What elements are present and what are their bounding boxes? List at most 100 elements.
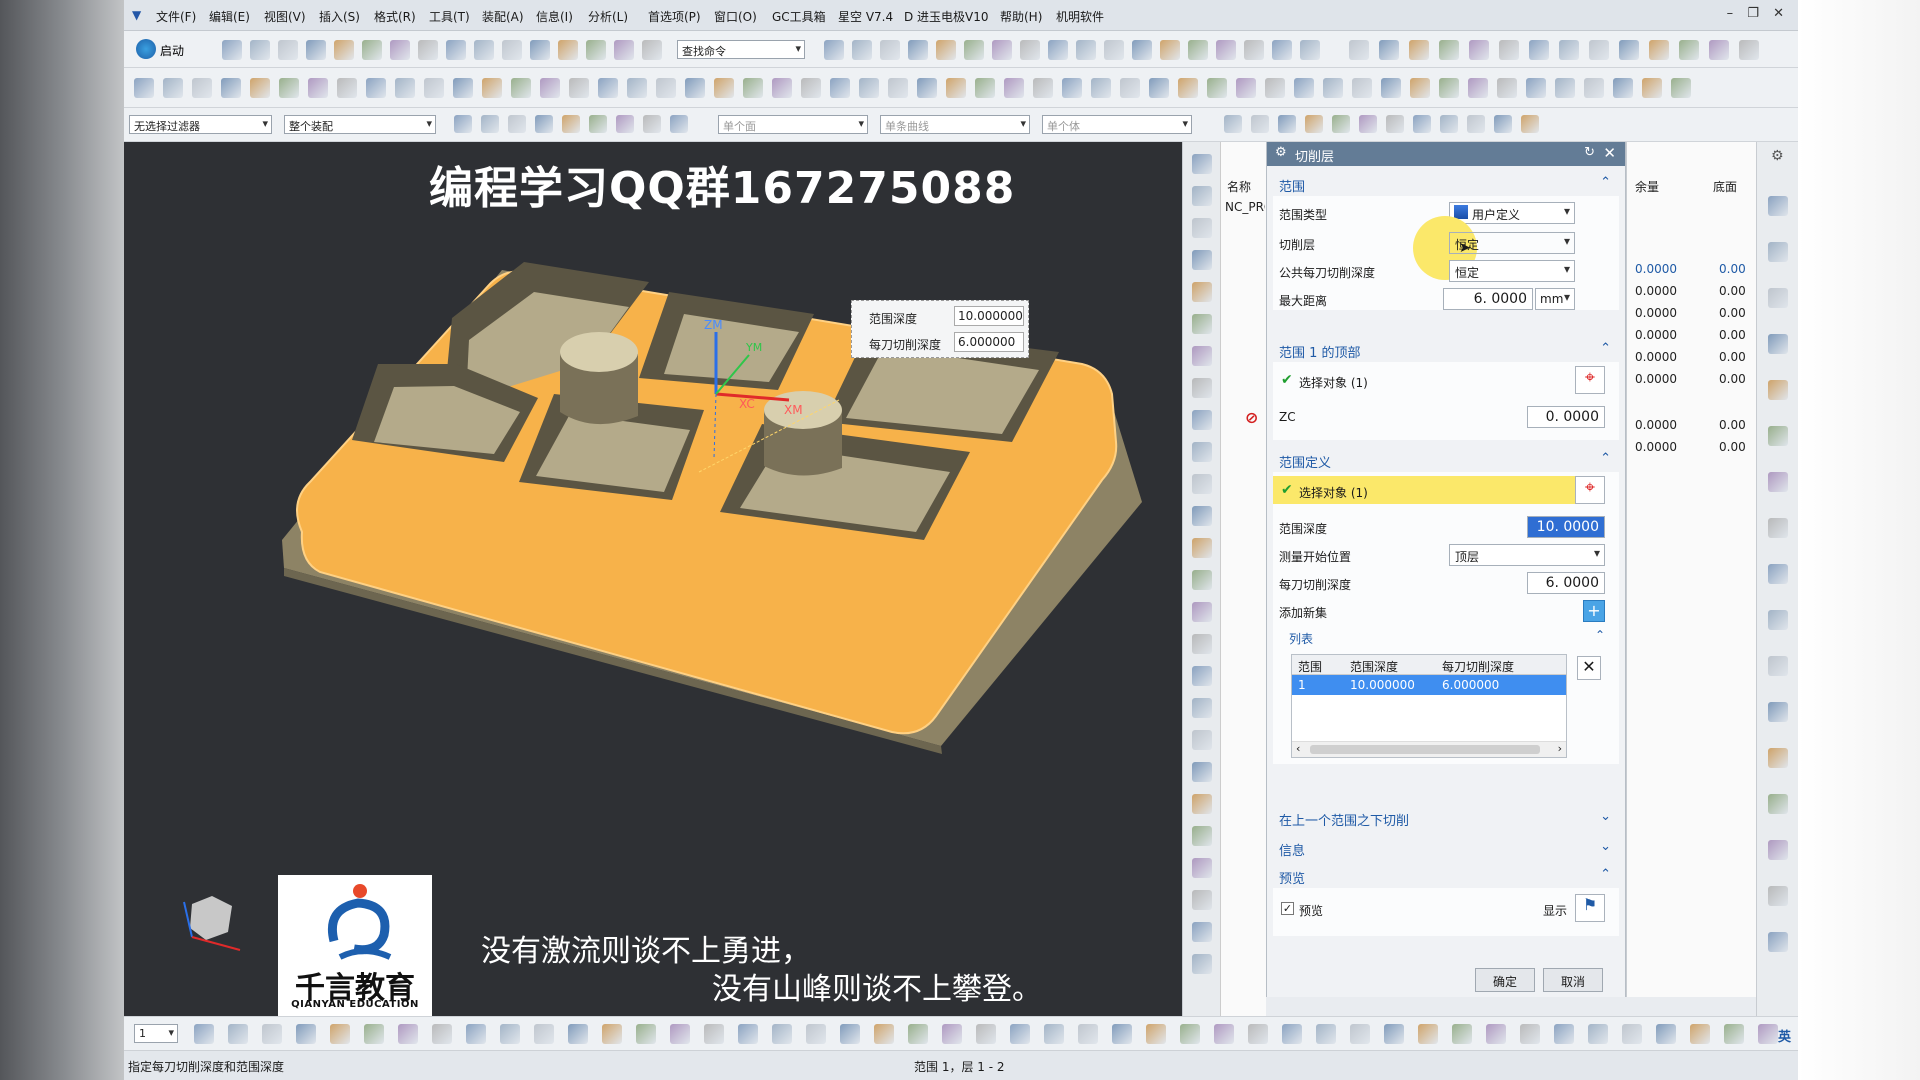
range-type-select[interactable]: 用户定义: [1449, 202, 1575, 224]
toolbar-tool-icon[interactable]: [1132, 40, 1152, 60]
toolbar-tool-icon[interactable]: [1160, 40, 1180, 60]
toolbar-tool-icon[interactable]: [1316, 1024, 1336, 1044]
reset-icon[interactable]: ↻: [1584, 145, 1595, 160]
toolbar-tool-icon[interactable]: [964, 40, 984, 60]
toolbar-tool-icon[interactable]: [1294, 78, 1314, 98]
toolbar-tool-icon[interactable]: [874, 1024, 894, 1044]
toolbar-tool-icon[interactable]: [1384, 1024, 1404, 1044]
body-rule-select[interactable]: 单个体: [1042, 115, 1192, 134]
menu-edit[interactable]: 编辑(E): [209, 8, 250, 25]
toolbar-tool-icon[interactable]: [1305, 115, 1323, 133]
toolbar-tool-icon[interactable]: [1469, 40, 1489, 60]
toolbar-tool-icon[interactable]: [362, 40, 382, 60]
toolbar-tool-icon[interactable]: [840, 1024, 860, 1044]
toolbar-tool-icon[interactable]: [1622, 1024, 1642, 1044]
show-preview-button[interactable]: ⚑: [1575, 894, 1605, 922]
toolbar-tool-icon[interactable]: [1033, 78, 1053, 98]
toolbar-tool-icon[interactable]: [1192, 538, 1212, 558]
section-range1-top-header[interactable]: 范围 1 的顶部 ⌃: [1273, 338, 1619, 362]
menu-info[interactable]: 信息(I): [536, 8, 573, 25]
toolbar-tool-icon[interactable]: [1192, 282, 1212, 302]
toolbar-tool-icon[interactable]: [1768, 242, 1788, 262]
chevron-left-icon[interactable]: ‹: [1296, 742, 1300, 755]
toolbar-tool-icon[interactable]: [976, 1024, 996, 1044]
toolbar-tool-icon[interactable]: [1188, 40, 1208, 60]
toolbar-tool-icon[interactable]: [908, 40, 928, 60]
toolbar-tool-icon[interactable]: [1768, 610, 1788, 630]
toolbar-tool-icon[interactable]: [1192, 762, 1212, 782]
toolbar-tool-icon[interactable]: [1104, 40, 1124, 60]
toolbar-tool-icon[interactable]: [1323, 78, 1343, 98]
toolbar-tool-icon[interactable]: [1649, 40, 1669, 60]
toolbar-tool-icon[interactable]: [670, 115, 688, 133]
section-cut-below-header[interactable]: 在上一个范围之下切削 ⌄: [1273, 806, 1619, 830]
type-filter-select[interactable]: 无选择过滤器: [129, 115, 272, 134]
per-cut-depth-input[interactable]: 6. 0000: [1527, 572, 1605, 594]
menu-view[interactable]: 视图(V): [264, 8, 306, 25]
toolbar-tool-icon[interactable]: [1192, 602, 1212, 622]
toolbar-tool-icon[interactable]: [1120, 78, 1140, 98]
menu-gc-toolbox[interactable]: GC工具箱: [772, 8, 826, 25]
toolbar-tool-icon[interactable]: [1004, 78, 1024, 98]
table-row[interactable]: 1 10.000000 6.000000: [1292, 675, 1566, 695]
dyn-depth-input[interactable]: 10.000000: [954, 306, 1024, 326]
toolbar-tool-icon[interactable]: [1768, 472, 1788, 492]
toolbar-tool-icon[interactable]: [502, 40, 522, 60]
toolbar-tool-icon[interactable]: [1062, 78, 1082, 98]
chevron-up-icon[interactable]: ⌃: [1600, 451, 1611, 466]
toolbar-tool-icon[interactable]: [1192, 154, 1212, 174]
toolbar-tool-icon[interactable]: [1589, 40, 1609, 60]
toolbar-tool-icon[interactable]: [1192, 218, 1212, 238]
toolbar-tool-icon[interactable]: [586, 40, 606, 60]
toolbar-tool-icon[interactable]: [535, 115, 553, 133]
chevron-down-icon[interactable]: ⌄: [1600, 809, 1611, 824]
toolbar-tool-icon[interactable]: [1439, 40, 1459, 60]
toolbar-tool-icon[interactable]: [598, 78, 618, 98]
toolbar-tool-icon[interactable]: [1192, 474, 1212, 494]
toolbar-tool-icon[interactable]: [424, 78, 444, 98]
chevron-up-icon[interactable]: ⌃: [1600, 341, 1611, 356]
list-subsection-header[interactable]: 列表 ⌃: [1279, 626, 1613, 648]
toolbar-tool-icon[interactable]: [743, 78, 763, 98]
toolbar-tool-icon[interactable]: [278, 40, 298, 60]
toolbar-tool-icon[interactable]: [975, 78, 995, 98]
toolbar-tool-icon[interactable]: [466, 1024, 486, 1044]
toolbar-tool-icon[interactable]: [418, 40, 438, 60]
toolbar-tool-icon[interactable]: [562, 115, 580, 133]
chevron-down-icon[interactable]: ⌄: [1600, 839, 1611, 854]
toolbar-tool-icon[interactable]: [1768, 886, 1788, 906]
toolbar-tool-icon[interactable]: [1192, 442, 1212, 462]
toolbar-tool-icon[interactable]: [1044, 1024, 1064, 1044]
toolbar-tool-icon[interactable]: [308, 78, 328, 98]
toolbar-tool-icon[interactable]: [1768, 840, 1788, 860]
toolbar-tool-icon[interactable]: [1768, 196, 1788, 216]
toolbar-tool-icon[interactable]: [1521, 115, 1539, 133]
toolbar-tool-icon[interactable]: [453, 78, 473, 98]
toolbar-tool-icon[interactable]: [540, 78, 560, 98]
menu-jiming[interactable]: 机明软件: [1056, 8, 1104, 25]
toolbar-tool-icon[interactable]: [1379, 40, 1399, 60]
toolbar-tool-icon[interactable]: [1768, 564, 1788, 584]
menu-window[interactable]: 窗口(O): [714, 8, 757, 25]
toolbar-tool-icon[interactable]: [942, 1024, 962, 1044]
toolbar-tool-icon[interactable]: [1768, 288, 1788, 308]
menu-help[interactable]: 帮助(H): [1000, 8, 1042, 25]
restore-button[interactable]: ❐: [1747, 6, 1759, 21]
toolbar-tool-icon[interactable]: [1554, 1024, 1574, 1044]
toolbar-tool-icon[interactable]: [194, 1024, 214, 1044]
menu-insert[interactable]: 插入(S): [319, 8, 360, 25]
toolbar-tool-icon[interactable]: [1494, 115, 1512, 133]
toolbar-tool-icon[interactable]: [1359, 115, 1377, 133]
toolbar-tool-icon[interactable]: [134, 78, 154, 98]
toolbar-tool-icon[interactable]: [1619, 40, 1639, 60]
toolbar-tool-icon[interactable]: [714, 78, 734, 98]
chevron-right-icon[interactable]: ›: [1558, 742, 1562, 755]
close-icon[interactable]: ✕: [1603, 144, 1616, 162]
toolbar-tool-icon[interactable]: [824, 40, 844, 60]
toolbar-tool-icon[interactable]: [1452, 1024, 1472, 1044]
toolbar-tool-icon[interactable]: [192, 78, 212, 98]
toolbar-tool-icon[interactable]: [1207, 78, 1227, 98]
curve-rule-select[interactable]: 单条曲线: [880, 115, 1030, 134]
toolbar-tool-icon[interactable]: [474, 40, 494, 60]
toolbar-tool-icon[interactable]: [992, 40, 1012, 60]
